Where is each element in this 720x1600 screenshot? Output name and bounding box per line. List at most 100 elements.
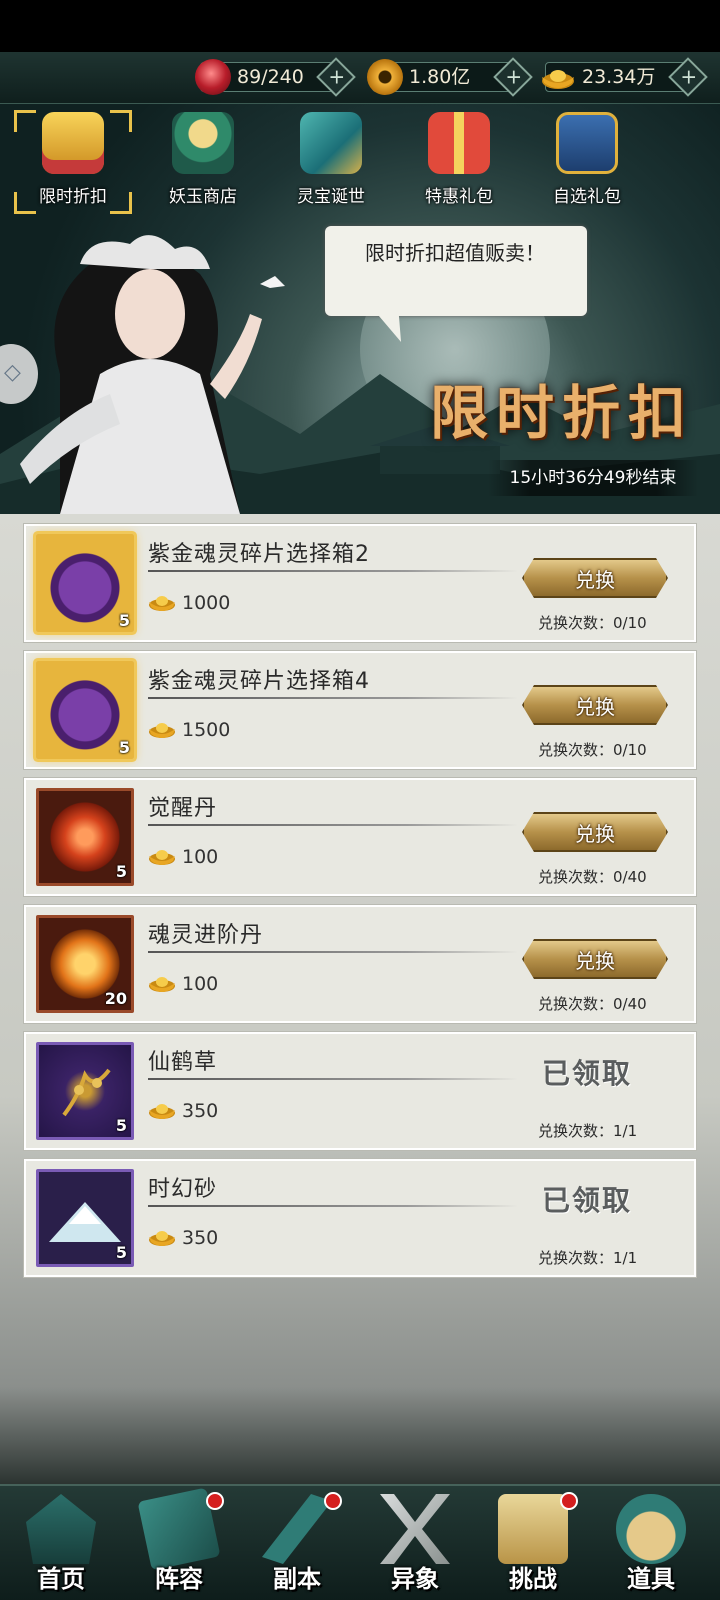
shop-item-row: 20 魂灵进阶丹 100 兑换 兑换次数：0/40 bbox=[24, 905, 696, 1023]
nav-item-dungeon[interactable]: 副本 bbox=[238, 1486, 356, 1600]
nav-item-lineup[interactable]: 阵容 bbox=[120, 1486, 238, 1600]
sword-icon bbox=[262, 1494, 332, 1564]
item-price: 100 bbox=[148, 846, 218, 868]
nav-item-home[interactable]: 首页 bbox=[2, 1486, 120, 1600]
exchange-limit: 兑换次数：0/10 bbox=[538, 614, 647, 632]
resource-bar: 89/240 + 1.80亿 + 23.34万 + bbox=[0, 52, 720, 104]
coin-value: 1.80亿 bbox=[409, 66, 471, 88]
item-name: 时幻砂 bbox=[148, 1177, 218, 1202]
nav-item-challenge[interactable]: 挑战 bbox=[474, 1486, 592, 1600]
stamina-value: 89/240 bbox=[237, 66, 304, 88]
purple-gold-chest-icon[interactable]: 5 bbox=[36, 534, 134, 632]
tab-jade-shop[interactable]: 妖玉商店 bbox=[148, 112, 258, 212]
tab-label: 自选礼包 bbox=[553, 187, 621, 207]
item-list: 5 紫金魂灵碎片选择箱2 1000 兑换 兑换次数：0/10 5 紫金魂灵碎片选… bbox=[12, 524, 708, 1324]
gold-ingot-icon bbox=[149, 723, 175, 738]
shop-item-row: 5 仙鹤草 350 已领取 兑换次数：1/1 bbox=[24, 1032, 696, 1150]
claimed-stamp: 已领取 bbox=[542, 1184, 633, 1217]
discount-banner: 限时折扣 妖玉商店 灵宝诞世 特惠礼包 自选礼包 限时折扣超值贩卖！ ◇ 限时折… bbox=[0, 104, 720, 514]
item-price: 1000 bbox=[148, 592, 230, 614]
chest-icon bbox=[556, 112, 618, 174]
gold-ingot-icon bbox=[149, 1231, 175, 1246]
exchange-button[interactable]: 兑换 bbox=[522, 939, 668, 979]
tab-label: 特惠礼包 bbox=[425, 187, 493, 207]
stamina-gem-icon bbox=[195, 59, 231, 95]
gold-ingot-icon bbox=[149, 977, 175, 992]
banner-title: 限时折扣 bbox=[430, 379, 695, 447]
selection-corner bbox=[14, 192, 36, 214]
speech-text: 限时折扣超值贩卖！ bbox=[365, 241, 545, 265]
item-count: 5 bbox=[115, 1116, 127, 1135]
exchange-button[interactable]: 兑换 bbox=[522, 812, 668, 852]
item-count: 5 bbox=[118, 738, 130, 757]
ingot-counter: 23.34万 + bbox=[542, 57, 708, 97]
system-status-bar bbox=[0, 0, 720, 52]
exchange-limit: 兑换次数：1/1 bbox=[538, 1249, 638, 1267]
divider bbox=[148, 1205, 518, 1207]
claimed-stamp: 已领取 bbox=[542, 1057, 633, 1090]
shop-item-row: 5 时幻砂 350 已领取 兑换次数：1/1 bbox=[24, 1159, 696, 1277]
notification-dot bbox=[560, 1492, 578, 1510]
bottom-navigation: 首页 阵容 副本 异象 挑战 道具 bbox=[0, 1484, 720, 1600]
speech-bubble: 限时折扣超值贩卖！ bbox=[325, 226, 587, 316]
item-count: 5 bbox=[118, 611, 130, 630]
nav-label: 首页 bbox=[37, 1565, 85, 1593]
illusion-sand-icon[interactable]: 5 bbox=[36, 1169, 134, 1267]
home-pavilion-icon bbox=[26, 1494, 96, 1564]
item-price: 1500 bbox=[148, 719, 230, 741]
gift-box-icon bbox=[428, 112, 490, 174]
scroll-icon bbox=[498, 1494, 568, 1564]
nav-item-anomaly[interactable]: 异象 bbox=[356, 1486, 474, 1600]
item-count: 5 bbox=[115, 1243, 127, 1262]
item-name: 仙鹤草 bbox=[148, 1050, 218, 1075]
nav-label: 异象 bbox=[391, 1565, 439, 1593]
price-value: 100 bbox=[182, 973, 219, 995]
add-ingots-button[interactable]: + bbox=[668, 57, 708, 97]
nav-label: 阵容 bbox=[155, 1565, 203, 1593]
selection-corner bbox=[110, 110, 132, 132]
gold-ingot-icon bbox=[149, 596, 175, 611]
coin-counter: 1.80亿 + bbox=[367, 57, 533, 97]
item-price: 100 bbox=[148, 973, 218, 995]
add-stamina-button[interactable]: + bbox=[316, 57, 356, 97]
price-value: 1000 bbox=[182, 592, 231, 614]
price-value: 100 bbox=[182, 846, 219, 868]
exchange-limit: 兑换次数：0/10 bbox=[538, 741, 647, 759]
awakening-pill-icon[interactable]: 5 bbox=[36, 788, 134, 886]
tab-label: 灵宝诞世 bbox=[297, 187, 365, 207]
item-count: 5 bbox=[115, 862, 127, 881]
shop-content: 5 紫金魂灵碎片选择箱2 1000 兑换 兑换次数：0/10 5 紫金魂灵碎片选… bbox=[0, 514, 720, 1484]
item-count: 20 bbox=[104, 989, 127, 1008]
shop-item-row: 5 紫金魂灵碎片选择箱2 1000 兑换 兑换次数：0/10 bbox=[24, 524, 696, 642]
treasure-icon bbox=[300, 112, 362, 174]
ingot-value: 23.34万 bbox=[582, 66, 656, 88]
advance-pill-icon[interactable]: 20 bbox=[36, 915, 134, 1013]
divider bbox=[148, 951, 518, 953]
divider bbox=[148, 1078, 518, 1080]
nav-label: 挑战 bbox=[509, 1565, 557, 1593]
coin-icon bbox=[367, 59, 403, 95]
character-illustration bbox=[20, 235, 285, 514]
tab-optional-gift[interactable]: 自选礼包 bbox=[532, 112, 642, 212]
divider bbox=[148, 824, 518, 826]
nav-item-items[interactable]: 道具 bbox=[592, 1486, 710, 1600]
divider bbox=[148, 570, 518, 572]
notification-dot bbox=[206, 1492, 224, 1510]
item-price: 350 bbox=[148, 1100, 218, 1122]
tab-limited-discount[interactable]: 限时折扣 bbox=[14, 110, 132, 214]
tab-treasure-birth[interactable]: 灵宝诞世 bbox=[276, 112, 386, 212]
item-name: 紫金魂灵碎片选择箱2 bbox=[148, 542, 370, 567]
exchange-button[interactable]: 兑换 bbox=[522, 558, 668, 598]
exchange-limit: 兑换次数：0/40 bbox=[538, 868, 647, 886]
nav-label: 副本 bbox=[273, 1565, 321, 1593]
nav-label: 道具 bbox=[627, 1565, 675, 1593]
tab-special-gift[interactable]: 特惠礼包 bbox=[404, 112, 514, 212]
stamina-counter: 89/240 + bbox=[195, 57, 356, 97]
add-coins-button[interactable]: + bbox=[493, 57, 533, 97]
exchange-button[interactable]: 兑换 bbox=[522, 685, 668, 725]
countdown-timer: 15小时36分49秒结束 bbox=[488, 460, 698, 496]
gold-ingot-icon bbox=[542, 70, 574, 89]
item-name: 觉醒丹 bbox=[148, 796, 218, 821]
purple-gold-chest-icon[interactable]: 5 bbox=[36, 661, 134, 759]
crane-herb-icon[interactable]: 5 bbox=[36, 1042, 134, 1140]
